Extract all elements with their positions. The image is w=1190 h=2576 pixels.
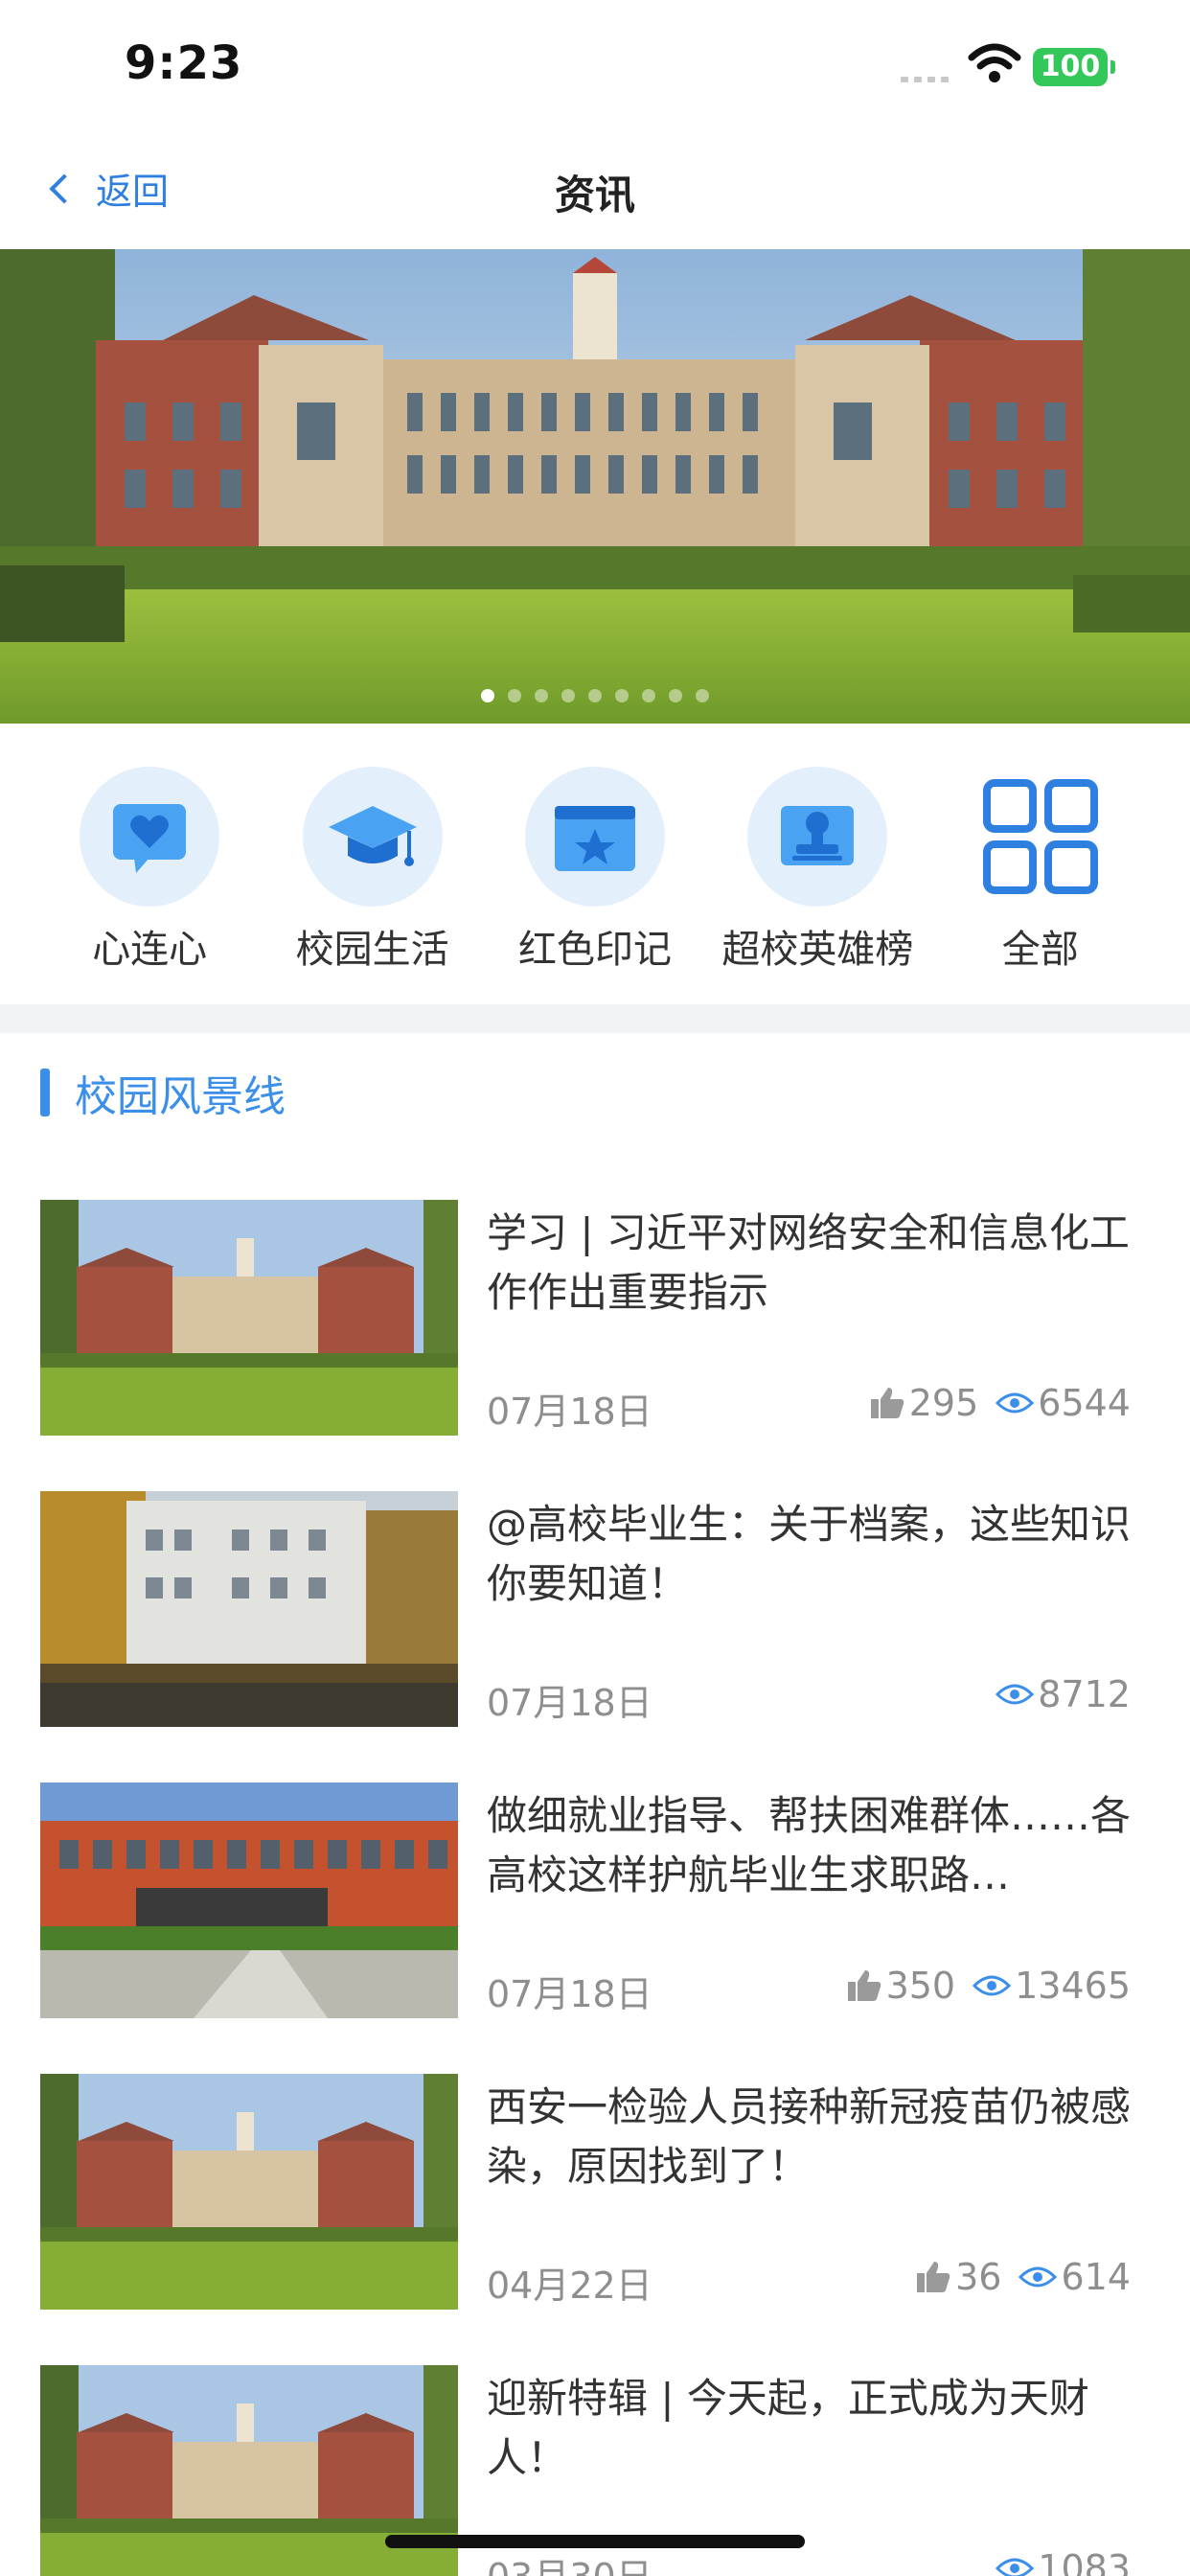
carousel-dot[interactable] [615,689,629,702]
news-thumbnail [40,1491,458,1727]
carousel-indicator[interactable] [0,689,1190,702]
section-divider [0,1004,1190,1033]
grid-icon [971,767,1110,907]
like-count: 295 [869,1382,978,1424]
thumbs-up-icon [917,2262,950,2292]
news-list: 学习 | 习近平对网络安全和信息化工作作出重要指示 07月18日 295 654… [0,1200,1190,2576]
carousel-dot[interactable] [669,689,682,702]
view-count: 6544 [995,1382,1131,1424]
news-thumbnail [40,1782,458,2018]
category-row: 心连心 校园生活 红色印记 超校英雄榜 全部 [0,767,1190,982]
news-item[interactable]: @高校毕业生：关于档案，这些知识你要知道！ 07月18日 8712 [0,1491,1190,1782]
page-title: 资讯 [554,172,635,218]
news-title: 迎新特辑 | 今天起，正式成为天财人！ [487,2375,1089,2481]
category-label: 红色印记 [517,928,672,972]
news-title: 西安一检验人员接种新冠疫苗仍被感染，原因找到了！ [487,2083,1132,2190]
eye-icon [973,1975,1012,1996]
graduation-cap-icon [302,767,443,907]
news-thumbnail [40,1200,458,1436]
news-title: 做细就业指导、帮扶困难群体……各高校这样护航毕业生求职路… [487,1792,1132,1898]
category-xinlianxin[interactable]: 心连心 [49,767,250,982]
carousel-dot[interactable] [481,689,494,702]
status-bar: 9:23 100 [0,0,1190,134]
news-stats: 1083 [978,2547,1131,2576]
section-accent-bar [40,1069,50,1116]
carousel-dot[interactable] [508,689,521,702]
cellular-signal-icon [901,77,949,82]
news-stats: 350 13465 [829,1965,1131,2007]
news-item[interactable]: 学习 | 习近平对网络安全和信息化工作作出重要指示 07月18日 295 654… [0,1200,1190,1491]
like-count: 36 [915,2256,1001,2298]
carousel-dot[interactable] [642,689,655,702]
category-all[interactable]: 全部 [940,767,1141,982]
battery-icon: 100 [1033,48,1115,86]
category-heroes[interactable]: 超校英雄榜 [717,767,918,982]
view-count: 1083 [995,2547,1131,2576]
thumbs-up-icon [847,1970,881,2001]
news-page: 9:23 100 返回 资讯 心连心 校园生活 红色印记 超校英雄榜 全部 校园… [0,0,1190,2576]
news-date: 07月18日 [487,1682,652,1724]
section-header: 校园风景线 [40,1066,286,1121]
news-title: 学习 | 习近平对网络安全和信息化工作作出重要指示 [487,1209,1130,1316]
like-count: 350 [846,1965,955,2007]
eye-icon [995,1392,1035,1414]
eye-icon [995,2558,1035,2576]
news-stats: 36 614 [898,2256,1131,2298]
news-item[interactable]: 做细就业指导、帮扶困难群体……各高校这样护航毕业生求职路… 07月18日 350… [0,1782,1190,2074]
news-item[interactable]: 西安一检验人员接种新冠疫苗仍被感染，原因找到了！ 04月22日 36 614 [0,2074,1190,2365]
news-thumbnail [40,2074,458,2310]
news-date: 07月18日 [487,1973,652,2015]
thumbs-up-icon [870,1388,904,1418]
heart-chat-icon [80,767,220,907]
view-count: 13465 [973,1965,1131,2007]
carousel-dot[interactable] [561,689,575,702]
news-stats: 295 6544 [852,1382,1131,1424]
wifi-icon [968,43,1021,82]
news-date: 07月18日 [487,1391,652,1433]
news-date: 03月30日 [487,2547,652,2576]
stamp-icon [747,767,888,907]
carousel-dot[interactable] [588,689,602,702]
carousel-dot[interactable] [696,689,709,702]
category-label: 超校英雄榜 [721,928,914,972]
view-count: 614 [1018,2256,1131,2298]
news-title: @高校毕业生：关于档案，这些知识你要知道！ [487,1501,1132,1607]
news-stats: 8712 [978,1673,1131,1715]
category-campus-life[interactable]: 校园生活 [272,767,473,982]
star-calendar-icon [524,767,665,907]
banner-carousel[interactable] [0,249,1190,724]
category-label: 校园生活 [295,928,449,972]
carousel-dot[interactable] [535,689,548,702]
category-red-mark[interactable]: 红色印记 [494,767,696,982]
category-label: 全部 [1001,928,1079,972]
status-time: 9:23 [125,36,243,90]
section-title: 校园风景线 [75,1072,286,1121]
news-date: 04月22日 [487,2265,652,2307]
home-indicator[interactable] [385,2535,805,2548]
category-label: 心连心 [92,928,208,972]
eye-icon [1018,2266,1058,2288]
banner-image [0,249,1190,724]
view-count: 8712 [995,1673,1131,1715]
eye-icon [995,1684,1035,1705]
nav-bar: 返回 资讯 [0,134,1190,249]
